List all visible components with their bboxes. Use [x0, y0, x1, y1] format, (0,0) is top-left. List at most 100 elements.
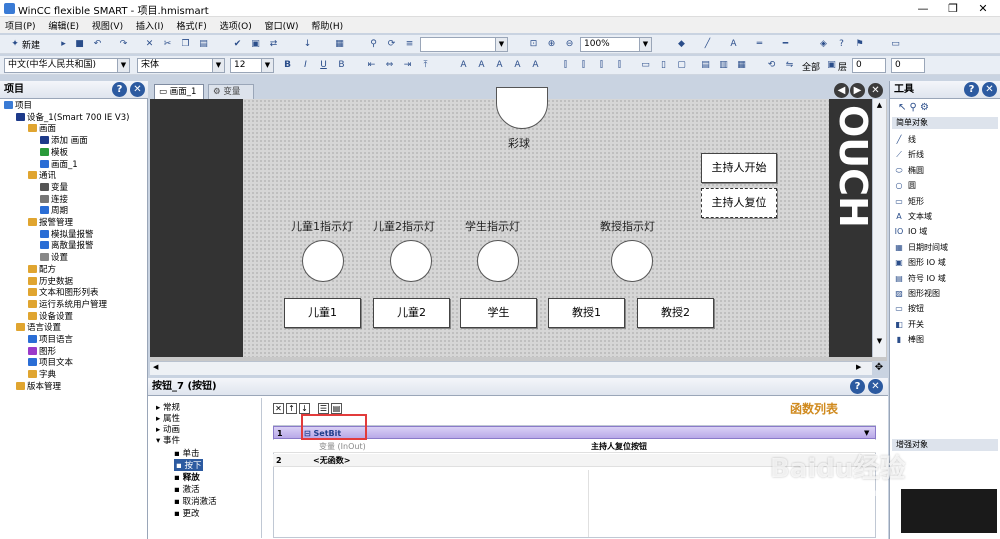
align-top-icon[interactable]: ⤒	[420, 60, 431, 71]
close-icon[interactable]: ✕	[968, 0, 998, 17]
button-child2[interactable]: 儿童2	[373, 298, 450, 328]
tab-screen1[interactable]: ▭ 画面_1	[154, 84, 204, 100]
close-icon[interactable]: ✕	[982, 82, 997, 97]
menu-edit[interactable]: 编辑(E)	[43, 17, 84, 32]
toolbox-item[interactable]: ▦ 日期时间域	[894, 241, 948, 254]
scroll-right-icon[interactable]: ▶	[856, 363, 861, 371]
toolbox-item[interactable]: IO IO 域	[894, 225, 928, 238]
button-child1[interactable]: 儿童1	[284, 298, 361, 328]
transfer-icon[interactable]: ⇄	[268, 39, 279, 50]
toolbox-item[interactable]: ◧ 开关	[894, 318, 924, 331]
paste-icon[interactable]: ▤	[198, 39, 209, 50]
tab-next-icon[interactable]: ▶	[850, 83, 865, 98]
toolbox-item[interactable]: ╱ 线	[894, 133, 916, 146]
tree-item[interactable]: 版本管理	[16, 381, 61, 393]
order2-icon[interactable]: ▥	[718, 60, 729, 71]
event-release[interactable]: ▪ 释放	[174, 471, 200, 483]
distribute3-icon[interactable]: ⫿	[596, 60, 607, 71]
move-up-icon[interactable]: ↑	[286, 403, 297, 414]
text-align1-icon[interactable]: A	[458, 60, 469, 71]
horizontal-scrollbar[interactable]: ◀ ▶	[150, 361, 872, 375]
lamp-label-student[interactable]: 学生指示灯	[465, 218, 520, 234]
strike-icon[interactable]: B	[336, 60, 347, 71]
copy-icon[interactable]: ❐	[180, 39, 191, 50]
toolbox-item[interactable]: ▣ 图形 IO 域	[894, 256, 946, 269]
tree-item[interactable]: 项目文本	[28, 358, 73, 369]
toolbox-item[interactable]: ▤ 符号 IO 域	[894, 272, 946, 285]
host-start-button[interactable]: 主持人开始	[701, 153, 777, 183]
all-layers-button[interactable]: 全部	[802, 60, 820, 73]
toolbox-item[interactable]: A 文本域	[894, 210, 932, 223]
tree-item[interactable]: 画面_1	[40, 159, 78, 171]
ball-label[interactable]: 彩球	[508, 135, 530, 151]
find-icon[interactable]: ⚲	[368, 39, 379, 50]
collapse-icon[interactable]: ☰	[318, 403, 329, 414]
tab-tags[interactable]: ⚙ 变量	[208, 84, 254, 100]
tree-item[interactable]: 添加 画面	[40, 136, 88, 147]
tab-prev-icon[interactable]: ◀	[834, 83, 849, 98]
text-align2-icon[interactable]: A	[476, 60, 487, 71]
expand-icon[interactable]: ▤	[331, 403, 342, 414]
new-button[interactable]: 新建	[22, 38, 40, 51]
toolbox-item[interactable]: ▭ 矩形	[894, 195, 924, 208]
text-align4-icon[interactable]: A	[512, 60, 523, 71]
line-color-icon[interactable]: ╱	[702, 39, 713, 50]
lamp-child2[interactable]	[390, 240, 432, 282]
misc-icon[interactable]: ▭	[890, 39, 901, 50]
menu-help[interactable]: 帮助(H)	[306, 17, 348, 32]
event-activate[interactable]: ▪ 激活	[174, 483, 199, 495]
help-icon[interactable]: ?	[964, 82, 979, 97]
text-align5-icon[interactable]: A	[530, 60, 541, 71]
zoom-in-icon[interactable]: ⊕	[546, 39, 557, 50]
level-spin[interactable]: 0	[891, 58, 925, 73]
zoom-select-icon[interactable]: ⊡	[528, 39, 539, 50]
new-icon[interactable]: ✦	[10, 39, 20, 50]
toolbox-section-simple[interactable]: 简单对象	[892, 117, 998, 129]
layout-icon[interactable]: ▦	[334, 39, 345, 50]
scroll-up-icon[interactable]: ▲	[874, 101, 885, 111]
menu-view[interactable]: 视图(V)	[87, 17, 128, 32]
tree-item[interactable]: 设备_1(Smart 700 IE V3)	[16, 112, 129, 124]
button-professor1[interactable]: 教授1	[548, 298, 625, 328]
move-down-icon[interactable]: ↓	[299, 403, 310, 414]
button-student[interactable]: 学生	[460, 298, 537, 328]
object-dropdown[interactable]: ▼	[420, 37, 508, 52]
open-icon[interactable]: ▸	[58, 39, 69, 50]
hmi-screen-canvas[interactable]: 彩球 主持人开始 主持人复位 儿童1指示灯 儿童2指示灯 学生指示灯 教授指示灯…	[243, 87, 829, 357]
tree-item[interactable]: 离散量报警	[40, 241, 94, 252]
category-events[interactable]: ▾ 事件	[156, 434, 180, 446]
tree-item[interactable]: 项目语言	[28, 335, 73, 346]
help-icon[interactable]: ?	[836, 39, 847, 50]
save-icon[interactable]: ■	[74, 39, 85, 50]
layer-icon[interactable]: ▣	[826, 60, 837, 71]
lamp-label-professor[interactable]: 教授指示灯	[600, 218, 655, 234]
tree-item[interactable]: 配方	[28, 264, 56, 276]
close-icon[interactable]: ✕	[868, 83, 883, 98]
lamp-label-child2[interactable]: 儿童2指示灯	[373, 218, 435, 234]
tree-item[interactable]: 图形	[28, 346, 56, 358]
scroll-down-icon[interactable]: ▼	[874, 337, 885, 347]
pointer-tool-icon[interactable]: ↖ ⚲ ⚙	[898, 102, 929, 113]
tree-item[interactable]: 模拟量报警	[40, 229, 94, 241]
ball-circle[interactable]	[496, 87, 548, 129]
bold-icon[interactable]: B	[282, 60, 293, 71]
close-icon[interactable]: ✕	[868, 379, 883, 394]
help-icon[interactable]: ?	[112, 82, 127, 97]
event-click[interactable]: ▪ 单击	[174, 447, 199, 459]
layer-spin[interactable]: 0	[852, 58, 886, 73]
tree-item[interactable]: 模板	[40, 147, 68, 159]
order1-icon[interactable]: ▤	[700, 60, 711, 71]
tree-item[interactable]: 通讯	[28, 171, 56, 182]
size2-icon[interactable]: ▯	[658, 60, 669, 71]
language-combo[interactable]: 中文(中华人民共和国) ▼	[4, 58, 130, 73]
tree-item[interactable]: 报警管理	[28, 218, 73, 229]
scroll-left-icon[interactable]: ◀	[153, 363, 158, 371]
host-reset-button[interactable]: 主持人复位	[701, 188, 777, 218]
button-professor2[interactable]: 教授2	[637, 298, 714, 328]
align-left-icon[interactable]: ⇤	[366, 60, 377, 71]
replace-icon[interactable]: ⟳	[386, 39, 397, 50]
help-icon[interactable]: ?	[850, 379, 865, 394]
vertical-scrollbar[interactable]: ▲ ▼	[872, 99, 886, 357]
underline-icon[interactable]: U	[318, 60, 329, 71]
size1-icon[interactable]: ▭	[640, 60, 651, 71]
